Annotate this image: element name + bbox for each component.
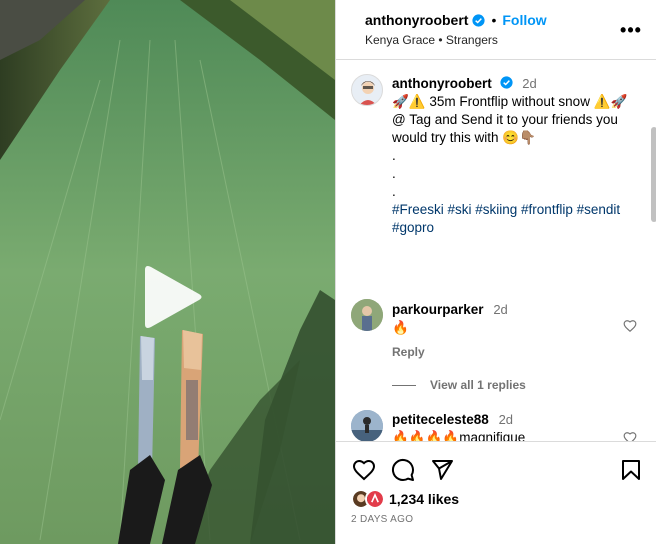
view-replies-button[interactable]: View all 1 replies xyxy=(392,378,526,392)
caption-dot: . xyxy=(392,184,396,199)
follow-button[interactable]: Follow xyxy=(502,12,546,28)
comments-section: anthonyroobert 2d 🚀⚠️ 35m Frontflip with… xyxy=(336,61,656,441)
comment-time[interactable]: 2d xyxy=(499,412,513,427)
likes-count[interactable]: 1,234 likes xyxy=(389,491,459,507)
bookmark-icon[interactable] xyxy=(619,458,643,482)
avatar-image xyxy=(351,299,383,331)
comment-body: petiteceleste88 2d 🔥🔥🔥🔥magnifique xyxy=(392,411,632,441)
comment-text: 🔥🔥🔥🔥magnifique xyxy=(392,430,526,441)
audio-subtitle[interactable]: Kenya Grace • Strangers xyxy=(365,33,498,47)
comment-avatar[interactable] xyxy=(351,410,383,441)
likes-row: 1,234 likes xyxy=(351,489,459,509)
share-icon[interactable] xyxy=(430,458,454,482)
header-username[interactable]: anthonyroobert xyxy=(365,12,468,28)
verified-badge-icon xyxy=(499,76,513,89)
caption-dot: . xyxy=(392,166,396,181)
heart-icon[interactable] xyxy=(352,458,376,482)
action-bar: 1,234 likes 2 DAYS AGO xyxy=(336,441,656,544)
post-panel: anthonyroobert • Follow Kenya Grace • St… xyxy=(335,0,656,544)
caption-time[interactable]: 2d xyxy=(522,76,536,91)
comment-time[interactable]: 2d xyxy=(493,302,507,317)
caption-avatar[interactable] xyxy=(351,74,383,106)
caption-dot: . xyxy=(392,148,396,163)
caption-line-1: 🚀⚠️ 35m Frontflip without snow ⚠️🚀 xyxy=(392,94,628,109)
heart-icon[interactable] xyxy=(623,431,637,441)
post-date[interactable]: 2 DAYS AGO xyxy=(351,514,413,525)
caption-username[interactable]: anthonyroobert xyxy=(392,76,492,91)
comment-username[interactable]: petiteceleste88 xyxy=(392,412,489,427)
avatar-image xyxy=(359,81,377,105)
heart-icon[interactable] xyxy=(623,319,637,333)
avatar-image xyxy=(351,410,383,441)
post-header: anthonyroobert • Follow Kenya Grace • St… xyxy=(336,0,656,60)
header-user-row: anthonyroobert • Follow xyxy=(365,12,547,28)
reply-button[interactable]: Reply xyxy=(392,345,425,359)
caption-line-2: @ Tag and Send it to your friends you wo… xyxy=(392,112,618,145)
comment-text: 🔥 xyxy=(392,320,409,335)
post-viewer: anthonyroobert • Follow Kenya Grace • St… xyxy=(0,0,656,544)
verified-badge-icon xyxy=(472,13,486,27)
comment-avatar[interactable] xyxy=(351,299,383,331)
divider-line xyxy=(392,384,416,386)
video-player[interactable] xyxy=(0,0,335,544)
separator-dot: • xyxy=(491,12,497,28)
liker-avatar[interactable] xyxy=(365,489,385,509)
comment-username[interactable]: parkourparker xyxy=(392,302,484,317)
comment-body: parkourparker 2d 🔥 xyxy=(392,301,632,337)
caption-text: anthonyroobert 2d 🚀⚠️ 35m Frontflip with… xyxy=(392,75,642,237)
more-options-icon[interactable]: ••• xyxy=(620,20,641,40)
play-icon[interactable] xyxy=(135,262,205,332)
caption-hashtags[interactable]: #Freeski #ski #skiing #frontflip #sendit… xyxy=(392,201,642,237)
view-replies-label: View all 1 replies xyxy=(430,378,526,392)
scrollbar[interactable] xyxy=(651,127,656,222)
comment-icon[interactable] xyxy=(391,458,415,482)
